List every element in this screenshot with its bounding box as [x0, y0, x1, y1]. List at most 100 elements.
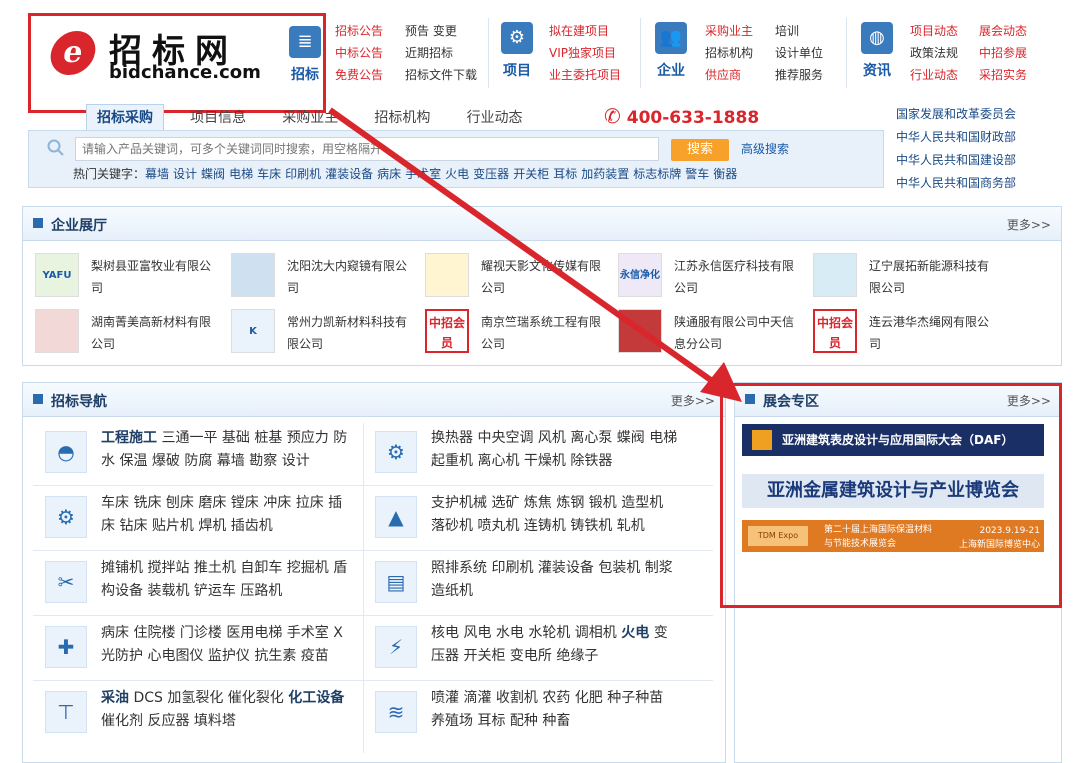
- firm-item[interactable]: K 常州力凯新材料科技有限公司: [231, 309, 421, 355]
- bid-nav-keywords[interactable]: 喷灌 滴灌 收割机 农药 化肥 种子种苗 养殖场 耳标 配种 种畜: [431, 687, 681, 733]
- bid-nav-keywords[interactable]: 核电 风电 水电 水轮机 调相机 火电 变压器 开关柜 变电所 绝缘子: [431, 622, 681, 668]
- bid-nav-keywords[interactable]: 采油 DCS 加氢裂化 催化裂化 化工设备 催化剂 反应器 填料塔: [101, 687, 351, 733]
- hot-keyword[interactable]: 电梯: [229, 167, 253, 181]
- bid-nav-text[interactable]: 病床 住院楼 门诊楼 医用电梯 手术室 X光防护 心电图仪 监护仪 抗生素 疫苗: [101, 625, 343, 664]
- link[interactable]: 近期招标: [405, 42, 477, 64]
- link[interactable]: 招标文件下载: [405, 64, 477, 86]
- link[interactable]: 项目动态: [910, 20, 958, 42]
- tab-zhaobiao-jigou[interactable]: 招标机构: [364, 105, 440, 131]
- firm-item[interactable]: 中招会员 连云港华杰绳网有限公司: [813, 309, 1003, 355]
- firm-name[interactable]: 陕通服有限公司中天信息分公司: [674, 311, 804, 355]
- hot-keyword[interactable]: 印刷机: [285, 167, 321, 181]
- link[interactable]: 招标机构: [705, 42, 753, 64]
- bid-nav-text[interactable]: 车床 铣床 刨床 磨床 镗床 冲床 拉床 插床 钻床 贴片机 焊机 插齿机: [101, 495, 342, 534]
- firm-name[interactable]: 湖南菁美高新材料有限公司: [91, 311, 221, 355]
- nav-zhaobiao[interactable]: ≣ 招标: [285, 26, 325, 96]
- bid-nav-text[interactable]: 照排系统 印刷机 灌装设备 包装机 制浆 造纸机: [431, 560, 673, 599]
- gov-link[interactable]: 国家发展和改革委员会: [896, 103, 1016, 126]
- tab-hangye-dongtai[interactable]: 行业动态: [457, 105, 533, 131]
- link[interactable]: 中标公告: [335, 42, 383, 64]
- bid-nav-category[interactable]: 采油: [101, 690, 129, 706]
- firm-name[interactable]: 南京竺瑞系统工程有限公司: [481, 311, 611, 355]
- bid-nav-category[interactable]: 工程施工: [101, 430, 157, 446]
- firm-name[interactable]: 耀视天影文化传媒有限公司: [481, 255, 611, 299]
- bid-nav-text[interactable]: 换热器 中央空调 风机 离心泵 蝶阀 电梯 起重机 离心机 干燥机 除铁器: [431, 430, 677, 469]
- link[interactable]: 培训: [775, 20, 823, 42]
- bid-nav-keywords[interactable]: 摊铺机 搅拌站 推土机 自卸车 挖掘机 盾构设备 装载机 铲运车 压路机: [101, 557, 351, 603]
- nav-xiangmu[interactable]: ⚙ 项目: [492, 22, 542, 80]
- link[interactable]: VIP独家项目: [549, 42, 621, 64]
- gov-link[interactable]: 中华人民共和国建设部: [896, 149, 1016, 172]
- link[interactable]: 招标公告: [335, 20, 383, 42]
- search-input[interactable]: [75, 137, 659, 161]
- bid-nav-text[interactable]: 喷灌 滴灌 收割机 农药 化肥 种子种苗 养殖场 耳标 配种 种畜: [431, 690, 663, 729]
- firm-name[interactable]: 江苏永信医疗科技有限公司: [674, 255, 804, 299]
- link[interactable]: 展会动态: [979, 20, 1027, 42]
- hot-keyword[interactable]: 标志标牌: [633, 167, 681, 181]
- hot-keyword[interactable]: 灌装设备: [325, 167, 373, 181]
- hot-keyword[interactable]: 设计: [173, 167, 197, 181]
- firm-item[interactable]: 永信净化 江苏永信医疗科技有限公司: [618, 253, 808, 299]
- bid-nav-text[interactable]: 核电 风电 水电 水轮机 调相机: [431, 625, 621, 641]
- hot-keyword[interactable]: 病床: [377, 167, 401, 181]
- bid-nav-text[interactable]: DCS 加氢裂化 催化裂化: [129, 690, 288, 706]
- bid-nav-text[interactable]: 支护机械 选矿 炼焦 炼钢 锻机 造型机 落砂机 喷丸机 连铸机 铸铁机 轧机: [431, 495, 663, 534]
- firm-item[interactable]: 沈阳沈大内窥镜有限公司: [231, 253, 421, 299]
- bid-nav-keywords[interactable]: 病床 住院楼 门诊楼 医用电梯 手术室 X光防护 心电图仪 监护仪 抗生素 疫苗: [101, 622, 351, 668]
- link[interactable]: 预告 变更: [405, 20, 477, 42]
- bid-nav-keywords[interactable]: 支护机械 选矿 炼焦 炼钢 锻机 造型机 落砂机 喷丸机 连铸机 铸铁机 轧机: [431, 492, 681, 538]
- link[interactable]: 采购业主: [705, 20, 753, 42]
- link[interactable]: 拟在建项目: [549, 20, 621, 42]
- link[interactable]: 中招参展: [979, 42, 1027, 64]
- firm-name[interactable]: 梨树县亚富牧业有限公司: [91, 255, 221, 299]
- link[interactable]: 免费公告: [335, 64, 383, 86]
- firm-item[interactable]: YAFU 梨树县亚富牧业有限公司: [35, 253, 225, 299]
- hot-keyword[interactable]: 火电: [445, 167, 469, 181]
- hot-keyword[interactable]: 手术室: [405, 167, 441, 181]
- link[interactable]: 采招实务: [979, 64, 1027, 86]
- bid-nav-keywords[interactable]: 照排系统 印刷机 灌装设备 包装机 制浆 造纸机: [431, 557, 681, 603]
- firm-name[interactable]: 沈阳沈大内窥镜有限公司: [287, 255, 417, 299]
- hot-keyword[interactable]: 开关柜: [513, 167, 549, 181]
- hot-keyword[interactable]: 蝶阀: [201, 167, 225, 181]
- tab-zhaobiao-caigou[interactable]: 招标采购: [86, 104, 164, 131]
- firm-name[interactable]: 连云港华杰绳网有限公司: [869, 311, 999, 355]
- bid-nav-category[interactable]: 火电: [621, 625, 649, 641]
- firm-item[interactable]: 辽宁展拓新能源科技有限公司: [813, 253, 1003, 299]
- link[interactable]: 供应商: [705, 64, 753, 86]
- firm-name[interactable]: 辽宁展拓新能源科技有限公司: [869, 255, 999, 299]
- tab-caigou-yezhu[interactable]: 采购业主: [272, 105, 348, 131]
- search-button[interactable]: 搜索: [671, 139, 729, 161]
- hot-keyword[interactable]: 变压器: [473, 167, 509, 181]
- bid-nav-category[interactable]: 化工设备: [288, 690, 344, 706]
- link[interactable]: 设计单位: [775, 42, 823, 64]
- bid-nav-text[interactable]: 摊铺机 搅拌站 推土机 自卸车 挖掘机 盾构设备 装载机 铲运车 压路机: [101, 560, 347, 599]
- firm-item[interactable]: 中招会员 南京竺瑞系统工程有限公司: [425, 309, 615, 355]
- firm-item[interactable]: 湖南菁美高新材料有限公司: [35, 309, 225, 355]
- gov-link[interactable]: 中华人民共和国商务部: [896, 172, 1016, 195]
- hot-keyword[interactable]: 警车: [685, 167, 709, 181]
- firm-name[interactable]: 常州力凯新材料科技有限公司: [287, 311, 417, 355]
- link[interactable]: 业主委托项目: [549, 64, 621, 86]
- firm-item[interactable]: 耀视天影文化传媒有限公司: [425, 253, 615, 299]
- gov-link[interactable]: 中华人民共和国财政部: [896, 126, 1016, 149]
- bid-nav-keywords[interactable]: 换热器 中央空调 风机 离心泵 蝶阀 电梯 起重机 离心机 干燥机 除铁器: [431, 427, 681, 473]
- link[interactable]: 推荐服务: [775, 64, 823, 86]
- bid-nav-keywords[interactable]: 工程施工 三通一平 基础 桩基 预应力 防水 保温 爆破 防腐 幕墙 勘察 设计: [101, 427, 351, 473]
- bid-nav-text[interactable]: 催化剂 反应器 填料塔: [101, 713, 236, 729]
- nav-qiye[interactable]: 👥 企业: [646, 22, 696, 80]
- more-link[interactable]: 更多>>: [671, 392, 715, 409]
- tab-xiangmu-xinxi[interactable]: 项目信息: [180, 105, 256, 131]
- hot-keyword[interactable]: 衡器: [713, 167, 737, 181]
- hot-keyword[interactable]: 加药装置: [581, 167, 629, 181]
- hot-keyword[interactable]: 耳标: [553, 167, 577, 181]
- firm-item[interactable]: 陕通服有限公司中天信息分公司: [618, 309, 808, 355]
- link[interactable]: 政策法规: [910, 42, 958, 64]
- advanced-search-link[interactable]: 高级搜索: [741, 140, 789, 157]
- nav-zixun[interactable]: ◍ 资讯: [852, 22, 902, 80]
- link[interactable]: 行业动态: [910, 64, 958, 86]
- hot-keyword[interactable]: 车床: [257, 167, 281, 181]
- more-link[interactable]: 更多>>: [1007, 216, 1051, 233]
- bid-nav-keywords[interactable]: 车床 铣床 刨床 磨床 镗床 冲床 拉床 插床 钻床 贴片机 焊机 插齿机: [101, 492, 351, 538]
- hot-keyword[interactable]: 幕墙: [145, 167, 169, 181]
